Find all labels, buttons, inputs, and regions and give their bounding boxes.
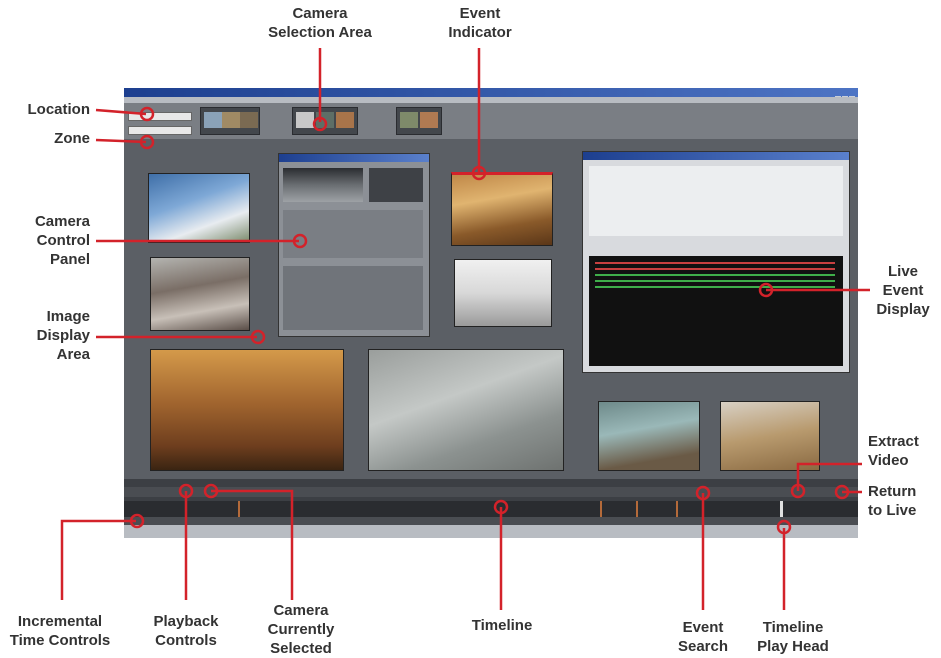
- window-controls[interactable]: [834, 89, 856, 102]
- playback-toolbar[interactable]: [124, 487, 858, 497]
- callout-return-live: Return to Live: [868, 483, 917, 519]
- time-increment-bar[interactable]: [124, 517, 858, 525]
- status-bar: [124, 525, 858, 538]
- camera-group-3[interactable]: [396, 107, 442, 135]
- callout-timeline: Timeline: [471, 617, 533, 634]
- app-window: [124, 88, 858, 538]
- callout-camera-selected: Camera Currently Selected: [267, 602, 335, 657]
- callout-playback: Playback Controls: [153, 613, 219, 649]
- live-event-list[interactable]: [589, 256, 843, 366]
- control-settings[interactable]: [283, 210, 423, 258]
- live-event-window[interactable]: [582, 151, 850, 373]
- timeline-track[interactable]: [124, 501, 858, 517]
- callout-event-search: Event Search: [677, 619, 729, 655]
- camera-view-lobby[interactable]: [454, 259, 552, 327]
- callout-incremental: Incremental Time Controls: [9, 613, 111, 649]
- callout-camera-selection: Camera Selection Area: [268, 5, 372, 41]
- location-field[interactable]: [128, 112, 192, 121]
- camera-view-parking[interactable]: [150, 257, 250, 331]
- ptz-preview: [283, 168, 363, 202]
- window-titlebar: [124, 88, 858, 102]
- camera-control-panel[interactable]: [278, 153, 430, 337]
- toolbar: [124, 103, 858, 139]
- callout-event-indicator: Event Indicator: [448, 5, 512, 41]
- timeline-play-head[interactable]: [780, 501, 783, 517]
- control-options[interactable]: [283, 266, 423, 330]
- callout-camera-control: Camera Control Panel: [34, 213, 90, 268]
- callout-live-event: Live Event Display: [876, 263, 930, 318]
- camera-view-auditorium[interactable]: [150, 349, 344, 471]
- callout-extract-video: Extract Video: [868, 433, 919, 469]
- callout-image-display: Image Display Area: [36, 308, 90, 363]
- image-display-area: [124, 139, 858, 479]
- callout-location: Location: [27, 101, 91, 118]
- event-search-form[interactable]: [589, 166, 843, 236]
- camera-view-traffic[interactable]: [368, 349, 564, 471]
- timeline-area: [124, 479, 858, 538]
- camera-view-atrium[interactable]: [598, 401, 700, 471]
- zone-field[interactable]: [128, 126, 192, 135]
- ptz-buttons[interactable]: [369, 168, 423, 202]
- camera-view-store-alarm[interactable]: [451, 172, 553, 246]
- camera-group-2[interactable]: [292, 107, 358, 135]
- camera-view-warehouse[interactable]: [720, 401, 820, 471]
- camera-group-1[interactable]: [200, 107, 260, 135]
- camera-view-building[interactable]: [148, 173, 250, 243]
- callout-zone: Zone: [54, 130, 90, 147]
- callout-play-head: Timeline Play Head: [757, 619, 829, 655]
